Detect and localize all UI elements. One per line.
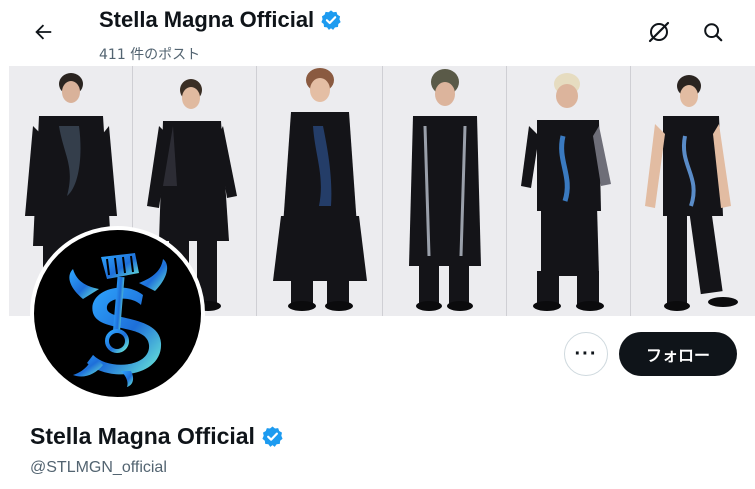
profile-name-text: Stella Magna Official [30,423,255,449]
banner-member-5 [507,66,631,316]
left-edge [0,0,9,489]
grok-icon [648,21,670,43]
verified-badge-icon[interactable] [261,425,284,448]
header-title: Stella Magna Official [99,7,342,33]
grok-button[interactable] [641,14,677,50]
back-button[interactable] [25,14,61,50]
search-icon [704,23,723,42]
profile-name: Stella Magna Official [30,423,284,450]
top-header: Stella Magna Official 411 件のポスト [9,0,755,66]
more-options-button[interactable]: ··· [564,332,608,376]
search-button[interactable] [695,14,731,50]
follow-button[interactable]: フォロー [619,332,737,376]
profile-handle: @STLMGN_official [30,459,167,476]
banner-member-4 [383,66,507,316]
banner-member-3 [257,66,383,316]
verified-badge-icon [321,10,341,30]
band-logo-icon [68,252,167,387]
follow-button-label: フォロー [645,346,710,365]
banner-member-6 [631,66,755,316]
more-options-label: ··· [574,342,598,365]
arrow-left-icon [35,24,52,40]
post-count: 411 件のポスト [99,47,201,63]
profile-avatar[interactable] [30,226,205,401]
header-title-text: Stella Magna Official [99,7,315,32]
